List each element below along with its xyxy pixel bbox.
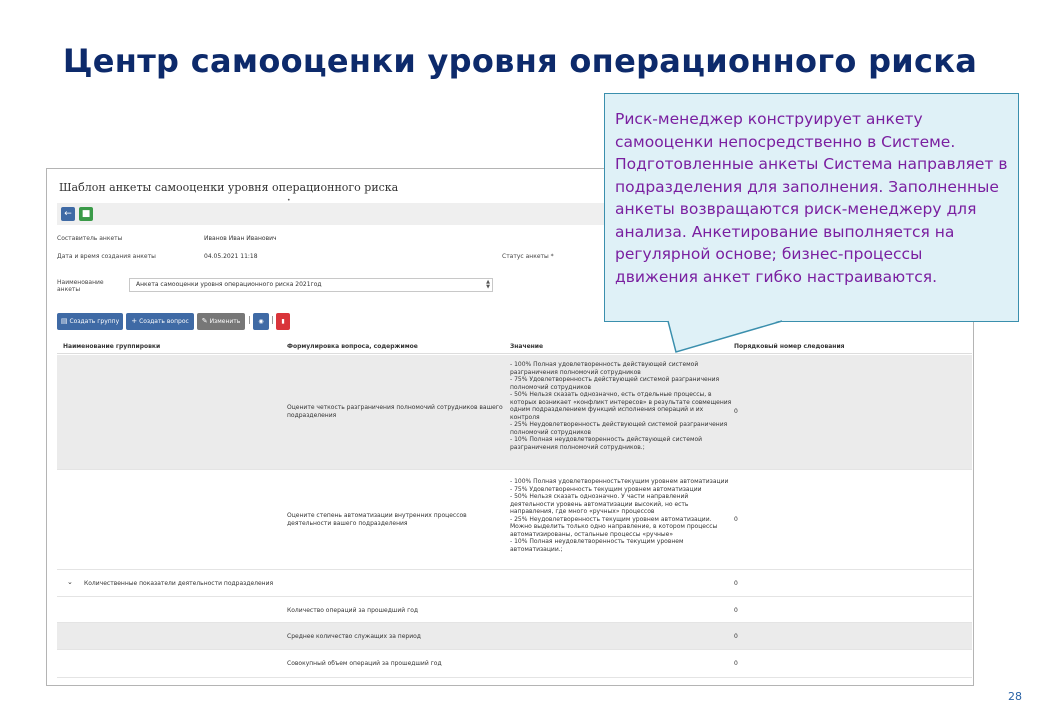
callout-pointer — [667, 320, 783, 353]
